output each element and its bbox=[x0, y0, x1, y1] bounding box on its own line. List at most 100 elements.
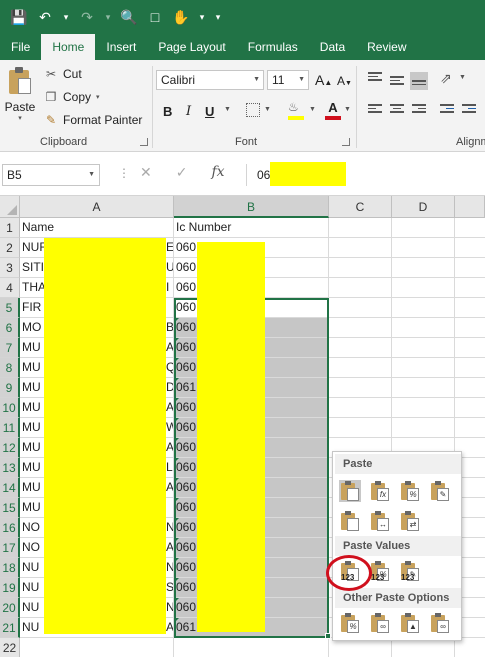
increase-indent-icon[interactable] bbox=[462, 104, 476, 116]
cell-e[interactable] bbox=[455, 238, 485, 258]
cell-e[interactable] bbox=[455, 218, 485, 238]
row-header[interactable]: 21 bbox=[0, 618, 20, 638]
cell-c[interactable] bbox=[329, 358, 392, 378]
tab-insert[interactable]: Insert bbox=[95, 34, 147, 60]
orientation-dropdown-icon[interactable]: ▼ bbox=[459, 74, 466, 81]
cell-c[interactable] bbox=[329, 378, 392, 398]
cell-c[interactable] bbox=[329, 278, 392, 298]
transpose-icon[interactable]: ⇄ bbox=[399, 510, 421, 532]
cell-c[interactable] bbox=[329, 298, 392, 318]
row-header[interactable]: 16 bbox=[0, 518, 20, 538]
row-header[interactable]: 1 bbox=[0, 218, 20, 238]
font-name-select[interactable]: Calibri ▼ bbox=[156, 70, 264, 90]
cell-a[interactable] bbox=[20, 638, 174, 657]
error-indicator-icon[interactable] bbox=[174, 558, 179, 563]
error-indicator-icon[interactable] bbox=[174, 358, 179, 363]
bottom-align-icon[interactable] bbox=[410, 72, 428, 90]
row-header[interactable]: 2 bbox=[0, 238, 20, 258]
keep-column-widths-icon[interactable]: ↔ bbox=[369, 510, 391, 532]
error-indicator-icon[interactable] bbox=[174, 338, 179, 343]
italic-button[interactable]: I bbox=[186, 104, 191, 119]
formatting-icon[interactable]: % bbox=[339, 612, 361, 634]
error-indicator-icon[interactable] bbox=[174, 458, 179, 463]
cell-d[interactable] bbox=[392, 358, 455, 378]
borders-icon[interactable] bbox=[246, 103, 260, 117]
top-align-icon[interactable] bbox=[368, 72, 382, 84]
redo-dropdown-icon[interactable]: ▾ bbox=[102, 6, 114, 28]
cut-button[interactable]: ✂ Cut bbox=[44, 64, 82, 84]
customize-qat-icon[interactable]: ▾ bbox=[212, 6, 224, 28]
error-indicator-icon[interactable] bbox=[174, 438, 179, 443]
clipboard-launcher-icon[interactable] bbox=[140, 138, 148, 146]
row-header[interactable]: 17 bbox=[0, 538, 20, 558]
error-indicator-icon[interactable] bbox=[174, 518, 179, 523]
row-header[interactable]: 5 bbox=[0, 298, 20, 318]
column-header-d[interactable]: D bbox=[392, 196, 455, 218]
underline-button[interactable]: U bbox=[205, 104, 214, 119]
error-indicator-icon[interactable] bbox=[174, 318, 179, 323]
insert-function-icon[interactable]: fx bbox=[211, 164, 224, 181]
error-indicator-icon[interactable] bbox=[174, 478, 179, 483]
row-header[interactable]: 15 bbox=[0, 498, 20, 518]
error-indicator-icon[interactable] bbox=[174, 538, 179, 543]
cell-d[interactable] bbox=[392, 278, 455, 298]
font-size-select[interactable]: 11 ▼ bbox=[267, 70, 309, 90]
print-preview-icon[interactable]: 🔍 bbox=[118, 6, 140, 28]
row-header[interactable]: 9 bbox=[0, 378, 20, 398]
align-right-icon[interactable] bbox=[412, 104, 426, 116]
grow-font-button[interactable]: A▲ bbox=[315, 72, 332, 88]
cell-c[interactable] bbox=[329, 258, 392, 278]
cell-e[interactable] bbox=[455, 378, 485, 398]
error-indicator-icon[interactable] bbox=[174, 378, 179, 383]
row-header[interactable]: 20 bbox=[0, 598, 20, 618]
error-indicator-icon[interactable] bbox=[174, 578, 179, 583]
row-header[interactable]: 10 bbox=[0, 398, 20, 418]
row-header[interactable]: 3 bbox=[0, 258, 20, 278]
error-indicator-icon[interactable] bbox=[174, 598, 179, 603]
row-header[interactable]: 22 bbox=[0, 638, 20, 657]
tab-home[interactable]: Home bbox=[41, 34, 96, 60]
cell-d[interactable] bbox=[392, 418, 455, 438]
picture-icon[interactable]: ▲ bbox=[399, 612, 421, 634]
cell-d[interactable] bbox=[392, 298, 455, 318]
paste-link-icon[interactable]: ∞ bbox=[369, 612, 391, 634]
cancel-icon[interactable]: ✕ bbox=[140, 164, 152, 181]
font-color-button[interactable]: A bbox=[324, 100, 342, 120]
row-header[interactable]: 12 bbox=[0, 438, 20, 458]
copy-button[interactable]: ❐ Copy ▾ bbox=[44, 87, 100, 107]
font-launcher-icon[interactable] bbox=[342, 138, 350, 146]
touch-dropdown-icon[interactable]: ▾ bbox=[196, 6, 208, 28]
column-header-b[interactable]: B bbox=[174, 196, 329, 218]
middle-align-icon[interactable] bbox=[390, 76, 404, 88]
format-painter-button[interactable]: ✎ Format Painter bbox=[44, 110, 142, 130]
copy-dropdown-icon[interactable]: ▾ bbox=[96, 93, 100, 101]
cell-d[interactable] bbox=[392, 258, 455, 278]
cell-d[interactable] bbox=[392, 398, 455, 418]
cell-c[interactable] bbox=[329, 238, 392, 258]
cell-e[interactable] bbox=[455, 418, 485, 438]
cell-b[interactable] bbox=[174, 638, 329, 657]
column-header-e[interactable] bbox=[455, 196, 485, 218]
row-header[interactable]: 8 bbox=[0, 358, 20, 378]
cell-c[interactable] bbox=[329, 418, 392, 438]
font-color-dropdown-icon[interactable]: ▼ bbox=[344, 106, 351, 113]
cell-e[interactable] bbox=[455, 318, 485, 338]
error-indicator-icon[interactable] bbox=[174, 618, 179, 623]
paste-formulas-number-formatting-icon[interactable]: % bbox=[399, 480, 421, 502]
column-header-a[interactable]: A bbox=[20, 196, 174, 218]
row-header[interactable]: 14 bbox=[0, 478, 20, 498]
error-indicator-icon[interactable] bbox=[174, 418, 179, 423]
save-icon[interactable]: 💾 bbox=[8, 6, 30, 28]
column-header-c[interactable]: C bbox=[329, 196, 392, 218]
align-left-icon[interactable] bbox=[368, 104, 382, 116]
paste-icon[interactable] bbox=[339, 480, 361, 502]
new-file-icon[interactable]: □ bbox=[144, 6, 166, 28]
paste-formulas-icon[interactable]: fx bbox=[369, 480, 391, 502]
cell-e[interactable] bbox=[455, 258, 485, 278]
cell-b[interactable]: Ic Number bbox=[174, 218, 329, 238]
tab-file[interactable]: File bbox=[0, 34, 41, 60]
cell-c[interactable] bbox=[329, 338, 392, 358]
cell-e[interactable] bbox=[455, 298, 485, 318]
cell-d[interactable] bbox=[392, 378, 455, 398]
error-indicator-icon[interactable] bbox=[174, 498, 179, 503]
